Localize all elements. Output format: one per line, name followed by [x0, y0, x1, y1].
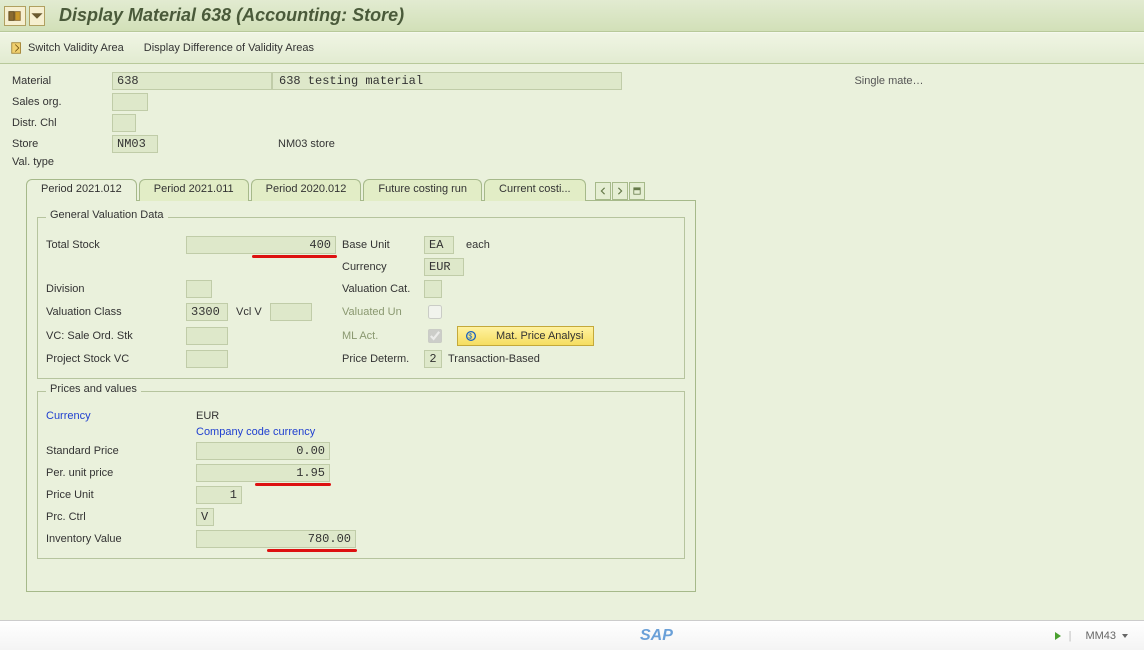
status-bar: SAP | MM43 — [0, 620, 1144, 650]
currency-label: Currency — [336, 261, 424, 273]
total-stock-label: Total Stock — [46, 239, 186, 251]
store-desc-label: NM03 store — [272, 138, 532, 150]
valuated-un-label: Valuated Un — [336, 306, 424, 318]
price-determ-label: Price Determ. — [336, 353, 424, 365]
sap-logo: SAP — [640, 627, 673, 645]
total-stock-field: 400 — [186, 236, 336, 254]
inv-value-label: Inventory Value — [46, 533, 196, 545]
switch-validity-label: Switch Validity Area — [28, 42, 124, 54]
title-bar: Display Material 638 (Accounting: Store) — [0, 0, 1144, 32]
tabs-scroll-left[interactable] — [595, 182, 611, 200]
price-unit-label: Price Unit — [46, 489, 196, 501]
session-icon[interactable] — [1053, 631, 1063, 641]
gv-group-title: General Valuation Data — [46, 209, 168, 221]
store-label: Store — [12, 138, 112, 150]
inv-value-field: 780.00 — [196, 530, 356, 548]
valuation-class-field: 3300 — [186, 303, 228, 321]
analysis-icon: $ — [464, 329, 478, 343]
material-field: 638 — [112, 72, 272, 90]
price-determ-field: 2 — [424, 350, 442, 368]
division-field — [186, 280, 212, 298]
tcode-label: MM43 — [1085, 630, 1116, 642]
vc-sale-ord-label: VC: Sale Ord. Stk — [46, 330, 186, 342]
distr-chl-field — [112, 114, 136, 132]
tab-period-2021-011[interactable]: Period 2021.011 — [139, 179, 249, 201]
valuation-cat-label: Valuation Cat. — [336, 283, 424, 295]
tabs-scroll-right[interactable] — [612, 182, 628, 200]
project-stock-label: Project Stock VC — [46, 353, 186, 365]
switch-validity-button[interactable]: Switch Validity Area — [10, 41, 124, 55]
dropdown-icon[interactable] — [29, 6, 45, 26]
vcl-v-field — [270, 303, 312, 321]
material-label: Material — [12, 75, 112, 87]
switch-icon — [10, 41, 24, 55]
prc-ctrl-label: Prc. Ctrl — [46, 511, 196, 523]
price-unit-field: 1 — [196, 486, 242, 504]
price-determ-desc: Transaction-Based — [448, 353, 540, 365]
vc-sale-ord-field — [186, 327, 228, 345]
pv-group-title: Prices and values — [46, 383, 141, 395]
currency-field: EUR — [424, 258, 464, 276]
cc-currency-link[interactable]: Company code currency — [196, 426, 356, 438]
std-price-field: 0.00 — [196, 442, 330, 460]
app-toolbar: Switch Validity Area Display Difference … — [0, 32, 1144, 64]
base-unit-desc: each — [460, 239, 490, 251]
mat-price-analysis-label: Mat. Price Analysi — [496, 330, 583, 342]
valuated-un-checkbox — [428, 305, 442, 319]
tabs-menu[interactable] — [629, 182, 645, 200]
mat-price-analysis-button[interactable]: $ Mat. Price Analysi — [457, 326, 594, 346]
prc-ctrl-field: V — [196, 508, 214, 526]
material-desc-field: 638 testing material — [272, 72, 622, 90]
vcl-v-label: Vcl V — [236, 306, 262, 318]
base-unit-label: Base Unit — [336, 239, 424, 251]
material-view-icon[interactable] — [4, 6, 26, 26]
tab-period-2021-012[interactable]: Period 2021.012 — [26, 179, 137, 201]
tcode-dropdown-icon[interactable] — [1120, 631, 1130, 641]
val-type-label: Val. type — [12, 156, 112, 168]
display-diff-label: Display Difference of Validity Areas — [144, 42, 314, 54]
sales-org-label: Sales org. — [12, 96, 112, 108]
pv-currency-label[interactable]: Currency — [46, 410, 196, 422]
tab-current-costing[interactable]: Current costi... — [484, 179, 586, 201]
pv-currency-value: EUR — [196, 410, 356, 422]
division-label: Division — [46, 283, 186, 295]
ml-act-checkbox — [428, 329, 442, 343]
per-unit-field: 1.95 — [196, 464, 330, 482]
svg-text:$: $ — [468, 334, 472, 341]
valuation-class-label: Valuation Class — [46, 306, 186, 318]
ml-act-label: ML Act. — [336, 330, 424, 342]
tab-period-2020-012[interactable]: Period 2020.012 — [251, 179, 362, 201]
page-title: Display Material 638 (Accounting: Store) — [59, 5, 404, 26]
sales-org-field — [112, 93, 148, 111]
per-unit-label: Per. unit price — [46, 467, 196, 479]
distr-chl-label: Distr. Chl — [12, 117, 112, 129]
valuation-cat-field — [424, 280, 442, 298]
project-stock-field — [186, 350, 228, 368]
display-diff-button[interactable]: Display Difference of Validity Areas — [144, 42, 314, 54]
base-unit-field: EA — [424, 236, 454, 254]
single-mate-label: Single mate… — [842, 75, 1132, 87]
tab-future-costing[interactable]: Future costing run — [363, 179, 482, 201]
std-price-label: Standard Price — [46, 445, 196, 457]
status-sep: | — [1069, 630, 1072, 642]
store-field: NM03 — [112, 135, 158, 153]
